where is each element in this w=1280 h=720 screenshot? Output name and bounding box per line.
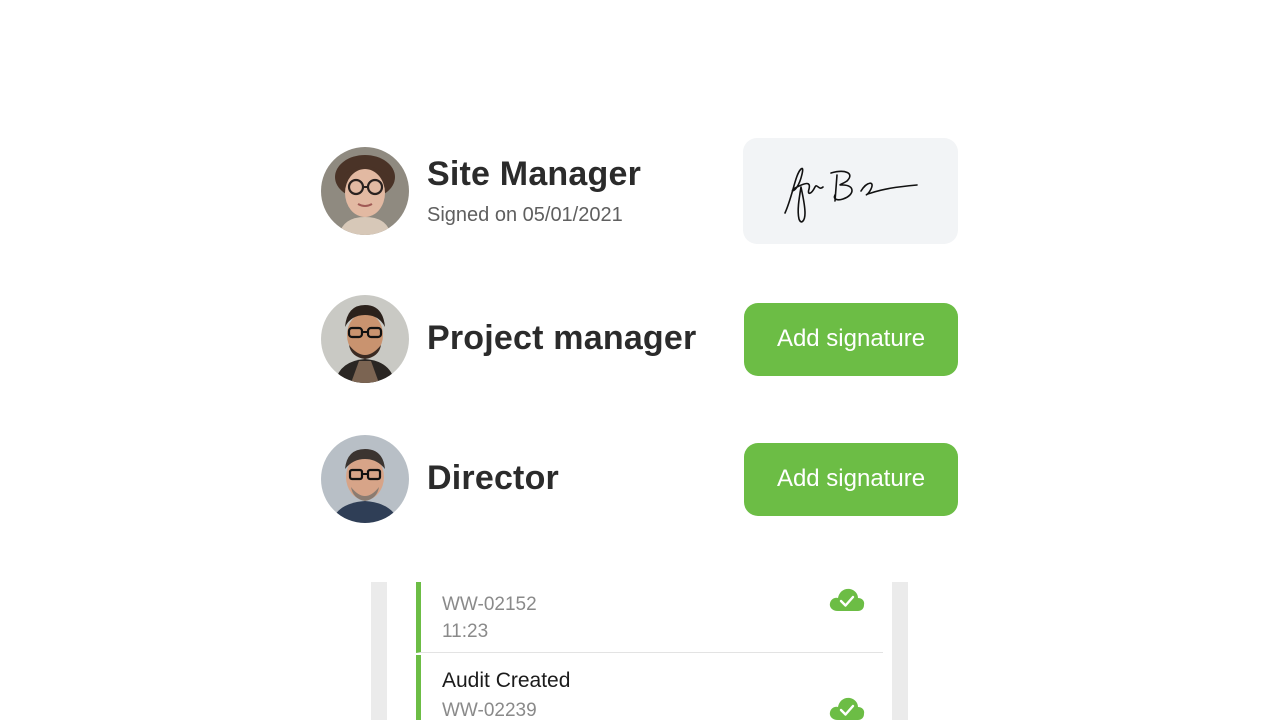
signature-image xyxy=(783,167,918,223)
cloud-check-icon xyxy=(829,697,865,720)
cloud-check-icon xyxy=(829,588,865,611)
add-signature-button[interactable]: Add signature xyxy=(744,302,958,376)
avatar xyxy=(321,295,409,383)
avatar xyxy=(321,435,409,523)
add-signature-button[interactable]: Add signature xyxy=(744,442,958,516)
avatar xyxy=(321,147,409,235)
feed-item-time: 11:23 xyxy=(442,621,489,642)
list-item[interactable]: Audit Created WW-02239 xyxy=(416,655,883,720)
feed-item-title: Audit Created xyxy=(442,669,571,692)
list-item[interactable]: WW-02152 11:23 xyxy=(416,582,883,653)
signature-preview[interactable] xyxy=(743,138,958,244)
audit-feed-list[interactable]: WW-02152 11:23 Audit Created WW-02239 xyxy=(387,582,892,720)
signer-row-site-manager: Site Manager Signed on 05/01/2021 xyxy=(321,138,958,244)
feed-item-code: WW-02152 xyxy=(442,594,537,615)
feed-item-code: WW-02239 xyxy=(442,700,537,720)
signatures-screen: Site Manager Signed on 05/01/2021 Projec… xyxy=(0,0,1280,720)
signer-row-director: Director Add signature xyxy=(321,435,958,523)
signer-row-project-manager: Project manager Add signature xyxy=(321,295,958,383)
audit-feed: WW-02152 11:23 Audit Created WW-02239 xyxy=(371,582,908,720)
